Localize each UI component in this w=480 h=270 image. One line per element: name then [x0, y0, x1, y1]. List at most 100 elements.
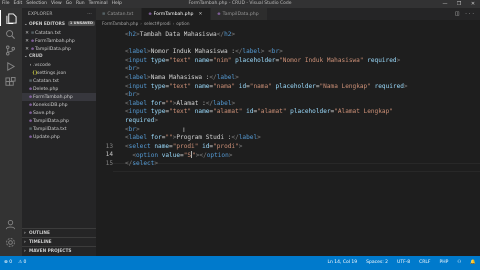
close-icon[interactable]: ✕ [198, 12, 202, 17]
code-string: "S [183, 152, 192, 160]
code-line[interactable]: <h2>Tambah Data Mahasiswa</h2> [125, 31, 235, 38]
code-tag: label [216, 74, 236, 81]
breadcrumb-item[interactable]: option [176, 21, 189, 26]
chevron-right-icon: › [172, 21, 175, 26]
editor-tabs: ≡ Catatan.txt ⊕ FormTambah.php ✕ ⊕ TampilData.… [96, 8, 480, 20]
code-line[interactable]: <label>Nomor Induk Mahasiswa :</label> <… [125, 48, 283, 55]
code-attr: name [194, 108, 210, 116]
code-line[interactable]: <br> [125, 126, 140, 133]
code-attr: type [150, 82, 166, 90]
source-control-icon[interactable] [0, 42, 22, 58]
open-editor-label: Catatan.txt [35, 31, 61, 36]
account-icon[interactable] [0, 216, 22, 232]
code-line[interactable]: <input type="text" name="nim" placeholde… [125, 57, 400, 64]
file-tree-item[interactable]: ⊕Save.php [22, 109, 96, 117]
code-line[interactable]: <label for="">Alamat :</label> [125, 100, 235, 107]
extensions-icon[interactable] [0, 74, 22, 90]
section-maven-projects[interactable]: › MAVEN PROJECTS [22, 246, 96, 255]
file-tree-item[interactable]: ⊕FormTambah.php [22, 93, 96, 101]
open-editors-label: OPEN EDITORS [29, 22, 65, 27]
tab-formtambah-php[interactable]: ⊕ FormTambah.php ✕ [142, 8, 212, 20]
code-line[interactable]: </select> [125, 160, 158, 167]
php-file-icon: ⊕ [148, 11, 152, 16]
code-attr: value [161, 152, 181, 160]
code-tag: option [206, 152, 229, 160]
code-tag: input [128, 108, 148, 116]
code-line[interactable]: <br> [125, 65, 140, 72]
editor-actions[interactable]: ◫ ··· [455, 8, 476, 20]
file-tree-item[interactable]: › .vscode [22, 61, 96, 69]
more-actions-icon[interactable]: ··· [87, 8, 92, 21]
code-punct: > [235, 74, 239, 81]
code-punct: </ [231, 134, 239, 142]
file-tree-label: FormTambah.php [33, 95, 73, 100]
open-editor-item[interactable]: ✕ ≡Catatan.txt [22, 29, 96, 37]
code-line[interactable]: <input type="text" name="alamat" id="ala… [125, 108, 393, 115]
close-icon[interactable]: ✕ [466, 0, 480, 8]
encoding[interactable]: UTF-8 [397, 256, 410, 270]
explorer-title: EXPLORER ··· [22, 8, 96, 21]
code-line[interactable]: <br> [125, 91, 140, 98]
notifications-bell-icon[interactable]: 🔔 [470, 256, 476, 270]
file-tree-item[interactable]: ⊕Delete.php [22, 85, 96, 93]
run-debug-icon[interactable] [0, 58, 22, 74]
tab-label: FormTambah.php [153, 12, 194, 17]
code-string: "nim" [213, 56, 232, 64]
language-mode[interactable]: PHP [440, 256, 449, 270]
code-tag: label [128, 74, 148, 81]
search-icon[interactable] [0, 26, 22, 42]
code-punct: > [154, 160, 159, 167]
settings-gear-icon[interactable] [0, 234, 22, 250]
open-editor-item[interactable]: ✕ ⊕TampilData.php [22, 45, 96, 53]
file-tree-item[interactable]: ⊕Update.php [22, 133, 96, 141]
minimize-icon[interactable]: — [438, 0, 452, 8]
breadcrumb-item[interactable]: select#prodi [144, 21, 171, 26]
cursor-position[interactable]: Ln 14, Col 19 [327, 256, 357, 270]
tab-catatan-txt[interactable]: ≡ Catatan.txt [96, 8, 143, 20]
chevron-right-icon: › [140, 21, 142, 26]
code-line[interactable]: <select name="prodi" id="prodi"> [125, 143, 242, 150]
code-punct: > [154, 117, 159, 124]
code-punct: > [403, 82, 408, 90]
breadcrumb-item[interactable]: FormTambah.php [102, 21, 138, 26]
code-editor[interactable]: I <h2>Tambah Data Mahasiswa</h2> <label>N… [96, 28, 480, 256]
line-number: 14 [105, 151, 113, 159]
current-line-highlight [113, 163, 480, 172]
code-string: "prodi" [213, 142, 239, 150]
code-punct: </ [205, 99, 214, 107]
line-ending[interactable]: CRLF [419, 256, 430, 270]
file-tree-item[interactable]: ≡Catatan.txt [22, 77, 96, 85]
code-tag: select [132, 160, 155, 167]
code-attr: required [367, 56, 397, 64]
code-tag: br [128, 125, 137, 133]
code-string: "Alamat Lengkap" [334, 108, 393, 116]
code-line[interactable]: <option value="S"></option> [125, 151, 232, 159]
feedback-icon[interactable]: ⚇ [457, 256, 461, 270]
files-icon[interactable] [0, 10, 22, 26]
code-tag: label [128, 48, 148, 56]
tab-tampildata-php[interactable]: ⊕ TampilData.php [211, 8, 268, 20]
code-attr: name [194, 56, 210, 64]
file-tree: › .vscode {}settings.json ≡Catatan.txt ⊕Dele… [22, 61, 96, 141]
code-line[interactable]: <input type="text" name="nama" id="nama"… [125, 83, 408, 90]
code-line[interactable]: <label for="">Program Studi :</label> [125, 134, 261, 141]
code-line[interactable]: required> [125, 117, 158, 124]
open-editor-item[interactable]: ✕ ⊕FormTambah.php [22, 37, 96, 45]
section-timeline[interactable]: › TIMELINE [22, 237, 96, 246]
section-outline[interactable]: › OUTLINE [22, 228, 96, 237]
file-tree-item[interactable]: ⊕TampilData.php [22, 117, 96, 125]
maximize-icon[interactable]: ❐ [452, 0, 466, 8]
code-tag: h2 [128, 31, 137, 38]
file-tree-item[interactable]: ≡TampilData.txt [22, 125, 96, 133]
warnings-count[interactable]: ⚠ 0 [18, 256, 26, 270]
file-tree-label: Delete.php [33, 87, 59, 92]
indentation[interactable]: Spaces: 2 [366, 256, 388, 270]
open-editors-header[interactable]: ⌄OPEN EDITORS 1 UNSAVED [22, 21, 96, 29]
file-tree-item[interactable]: ⊕KoneksiDB.php [22, 101, 96, 109]
folder-header[interactable]: ⌄CRUD [22, 53, 96, 61]
code-line[interactable]: <label>Nama Mahasiswa :</label> [125, 74, 239, 81]
file-tree-label: settings.json [37, 71, 67, 76]
file-tree-item[interactable]: {}settings.json [22, 69, 96, 77]
file-tree-label: Update.php [33, 135, 60, 140]
errors-count[interactable]: ⊗ 0 [4, 256, 12, 270]
